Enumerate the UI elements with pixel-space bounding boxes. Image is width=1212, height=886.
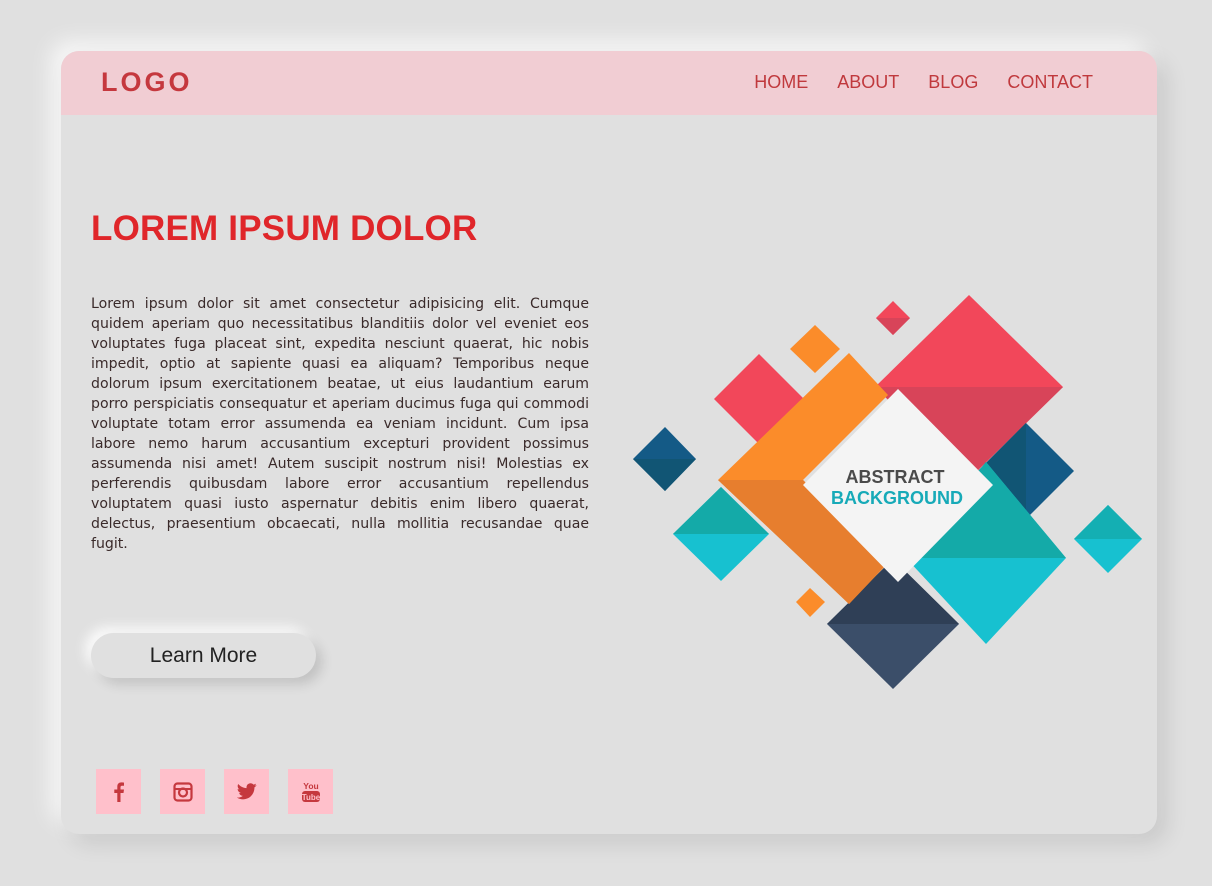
nav-blog[interactable]: BLOG — [928, 72, 978, 93]
twitter-link[interactable] — [224, 769, 269, 814]
instagram-link[interactable] — [160, 769, 205, 814]
nav-home[interactable]: HOME — [754, 72, 808, 93]
svg-text:You: You — [303, 781, 318, 791]
youtube-icon: You Tube — [301, 781, 320, 802]
nav-contact[interactable]: CONTACT — [1007, 72, 1093, 93]
header-bar: LOGO HOME ABOUT BLOG CONTACT — [61, 51, 1157, 115]
learn-more-button[interactable]: Learn More — [91, 633, 316, 678]
social-links: You Tube — [96, 769, 333, 814]
facebook-icon — [113, 781, 124, 802]
twitter-icon — [236, 783, 257, 800]
hero-paragraph: Lorem ipsum dolor sit amet consectetur a… — [91, 296, 589, 552]
illustration-line2: BACKGROUND — [831, 488, 963, 508]
hero-title: LOREM IPSUM DOLOR — [91, 209, 478, 248]
abstract-illustration: ABSTRACT BACKGROUND — [633, 295, 1142, 689]
illustration-line1: ABSTRACT — [846, 467, 945, 487]
instagram-icon — [172, 781, 193, 802]
logo[interactable]: LOGO — [101, 67, 193, 98]
main-nav: HOME ABOUT BLOG CONTACT — [754, 72, 1093, 93]
youtube-link[interactable]: You Tube — [288, 769, 333, 814]
svg-text:Tube: Tube — [301, 793, 320, 802]
landing-card: LOGO HOME ABOUT BLOG CONTACT LOREM IPSUM… — [61, 51, 1157, 834]
nav-about[interactable]: ABOUT — [837, 72, 899, 93]
facebook-link[interactable] — [96, 769, 141, 814]
